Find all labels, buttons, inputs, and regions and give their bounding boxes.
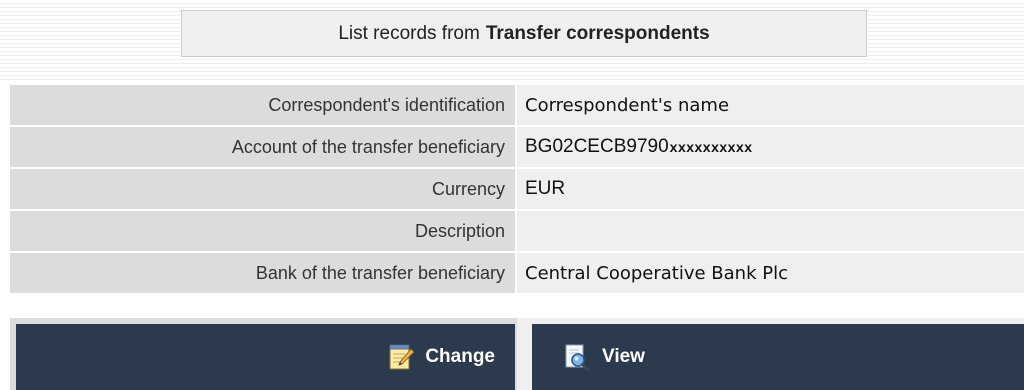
field-label-description: Description: [10, 211, 517, 251]
magnifier-document-icon: [562, 342, 592, 372]
view-button[interactable]: View: [532, 324, 1024, 390]
field-value-bank: Central Cooperative Bank Plc: [517, 253, 1024, 293]
page-title-prefix: List records from: [338, 22, 480, 44]
field-value-description: [517, 211, 1024, 251]
edit-notepad-icon: [387, 343, 415, 371]
change-button[interactable]: Change: [16, 324, 515, 390]
record-row-bank: Bank of the transfer beneficiary Central…: [10, 253, 1024, 295]
field-value-account: BG02CECB9790 xxxxxxxxxx: [517, 127, 1024, 167]
account-number-prefix: BG02CECB9790: [525, 136, 669, 157]
page-title: List records from Transfer correspondent…: [181, 10, 867, 57]
field-label-account: Account of the transfer beneficiary: [10, 127, 517, 167]
field-label-identification: Correspondent's identification: [10, 85, 517, 125]
action-cell-view: View: [517, 318, 1024, 390]
record-row-description: Description: [10, 211, 1024, 253]
record-row-currency: Currency EUR: [10, 169, 1024, 211]
field-label-currency: Currency: [10, 169, 517, 209]
record-row-account: Account of the transfer beneficiary BG02…: [10, 127, 1024, 169]
record-row-identification: Correspondent's identification Correspon…: [10, 85, 1024, 127]
field-label-bank: Bank of the transfer beneficiary: [10, 253, 517, 293]
change-button-label: Change: [425, 346, 495, 367]
field-value-identification: Correspondent's name: [517, 85, 1024, 125]
action-button-row: Change View: [10, 318, 1024, 390]
account-number-mask: xxxxxxxxxx: [669, 139, 753, 155]
action-cell-change: Change: [10, 318, 517, 390]
page-title-table-name: Transfer correspondents: [485, 22, 710, 44]
record-details-table: Correspondent's identification Correspon…: [10, 84, 1024, 295]
field-value-currency: EUR: [517, 169, 1024, 209]
view-button-label: View: [602, 346, 645, 367]
